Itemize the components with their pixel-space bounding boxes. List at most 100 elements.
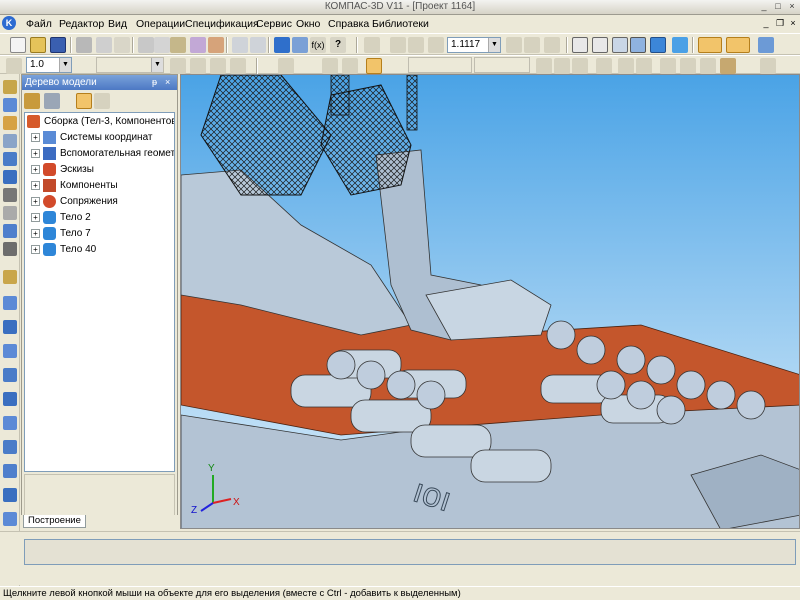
menu-libraries[interactable]: Библиотеки [372, 17, 429, 31]
step-select[interactable]: 1.0 ▼ [26, 57, 72, 73]
orientation-icon[interactable] [544, 37, 560, 53]
snap-grid-icon[interactable] [660, 58, 676, 74]
expand-icon[interactable]: + [31, 197, 40, 206]
editing-panel-icon[interactable] [3, 80, 17, 94]
snap-icon[interactable] [366, 58, 382, 74]
surfaces-icon[interactable] [3, 134, 17, 148]
menu-service[interactable]: Сервис [256, 17, 292, 31]
paste-icon[interactable] [170, 37, 186, 53]
chevron-down-icon[interactable]: ▼ [488, 38, 500, 52]
settings-icon[interactable] [758, 37, 774, 53]
brush-icon[interactable] [208, 37, 224, 53]
zoom-window-icon[interactable] [364, 37, 380, 53]
hidden-lines-icon[interactable] [592, 37, 608, 53]
assembly-panel-icon[interactable] [3, 98, 17, 112]
shell-icon[interactable] [3, 512, 17, 526]
model-viewport[interactable]: ıoı Y X Z [180, 74, 800, 529]
rotate-icon[interactable] [524, 37, 540, 53]
rib-icon[interactable] [3, 488, 17, 502]
chamfer-icon[interactable] [3, 440, 17, 454]
wireframe-icon[interactable] [572, 37, 588, 53]
cursor-x-field[interactable] [408, 57, 472, 73]
undo-icon[interactable] [232, 37, 248, 53]
expand-icon[interactable]: + [31, 181, 40, 190]
menu-operations[interactable]: Операции [136, 17, 185, 31]
kinematic-icon[interactable] [3, 344, 17, 358]
snap-tangent-icon[interactable] [618, 58, 634, 74]
extrude-icon[interactable] [3, 296, 17, 310]
menu-view[interactable]: Вид [108, 17, 127, 31]
rotate-op-icon[interactable] [3, 320, 17, 334]
cut-extrude-icon[interactable] [3, 392, 17, 406]
orientation-plane-icon[interactable] [170, 58, 186, 74]
loft-icon[interactable] [3, 368, 17, 382]
report-icon[interactable] [3, 242, 17, 256]
snap-endpoint-icon[interactable] [536, 58, 552, 74]
spatial-curves-icon[interactable] [3, 116, 17, 130]
layer-select[interactable]: ▼ [96, 57, 164, 73]
select-mode-icon[interactable] [726, 37, 750, 53]
chevron-down-icon[interactable]: ▼ [59, 58, 71, 72]
sheet-metal-icon[interactable] [3, 270, 17, 284]
tree-structure-icon[interactable] [44, 93, 60, 109]
snap-step-icon[interactable] [6, 58, 22, 74]
perspective-icon[interactable] [672, 37, 688, 53]
more-snaps-icon[interactable] [760, 58, 776, 74]
aux-geometry-panel-icon[interactable] [3, 170, 17, 184]
snap-angle-icon[interactable] [680, 58, 696, 74]
menu-specification[interactable]: Спецификация [185, 17, 259, 31]
properties-icon[interactable] [114, 37, 130, 53]
local-cs-icon[interactable] [322, 58, 338, 74]
expand-icon[interactable]: + [31, 213, 40, 222]
close-icon[interactable]: × [165, 75, 170, 90]
ortho-icon[interactable] [342, 58, 358, 74]
cursor-y-field[interactable] [474, 57, 530, 73]
zoom-scale-icon[interactable] [428, 37, 444, 53]
spec-icon[interactable] [3, 224, 17, 238]
snap-center-icon[interactable] [596, 58, 612, 74]
filter-objects-icon[interactable] [698, 37, 722, 53]
expand-icon[interactable]: + [31, 229, 40, 238]
minimize-button[interactable]: _ [758, 1, 770, 12]
shaded-icon[interactable] [650, 37, 666, 53]
redo-icon[interactable] [250, 37, 266, 53]
zoom-in-icon[interactable] [390, 37, 406, 53]
grid-icon[interactable] [278, 58, 294, 74]
pan-icon[interactable] [506, 37, 522, 53]
hole-icon[interactable] [3, 464, 17, 478]
expand-icon[interactable]: + [31, 149, 40, 158]
manager-icon[interactable] [274, 37, 290, 53]
thin-hidden-icon[interactable] [612, 37, 628, 53]
zoom-value-select[interactable]: 1.1117 ▼ [447, 37, 501, 53]
eraser-icon[interactable] [720, 58, 736, 74]
arrays-icon[interactable] [3, 152, 17, 166]
library-icon[interactable] [292, 37, 308, 53]
variables-icon[interactable]: f(x) [310, 37, 326, 53]
filter-icon[interactable] [3, 206, 17, 220]
help-pointer-icon[interactable]: ? [330, 37, 346, 53]
expand-icon[interactable]: + [31, 245, 40, 254]
snap-intersection-icon[interactable] [572, 58, 588, 74]
open-folder-icon[interactable] [30, 37, 46, 53]
measure-icon[interactable] [3, 188, 17, 202]
tab-build[interactable]: Построение [23, 515, 86, 528]
tree-order-icon[interactable] [24, 93, 40, 109]
doc-restore-button[interactable]: ❐ [774, 17, 786, 29]
menu-editor[interactable]: Редактор [59, 17, 104, 31]
snap-point-icon[interactable] [700, 58, 716, 74]
print-icon[interactable] [76, 37, 92, 53]
expand-icon[interactable]: + [31, 165, 40, 174]
tree-options-icon[interactable] [94, 93, 110, 109]
format-painter-icon[interactable] [190, 37, 206, 53]
doc-minimize-button[interactable]: _ [760, 17, 772, 29]
tree-relations-icon[interactable] [76, 93, 92, 109]
new-document-icon[interactable] [10, 37, 26, 53]
app-icon[interactable]: K [2, 16, 16, 30]
pencil-icon[interactable] [210, 58, 226, 74]
copy-icon[interactable] [154, 37, 170, 53]
doc-close-button[interactable]: × [787, 17, 799, 29]
zoom-out-icon[interactable] [408, 37, 424, 53]
save-icon[interactable] [50, 37, 66, 53]
fillet-icon[interactable] [3, 416, 17, 430]
pin-icon[interactable]: ᵽ [152, 75, 157, 90]
